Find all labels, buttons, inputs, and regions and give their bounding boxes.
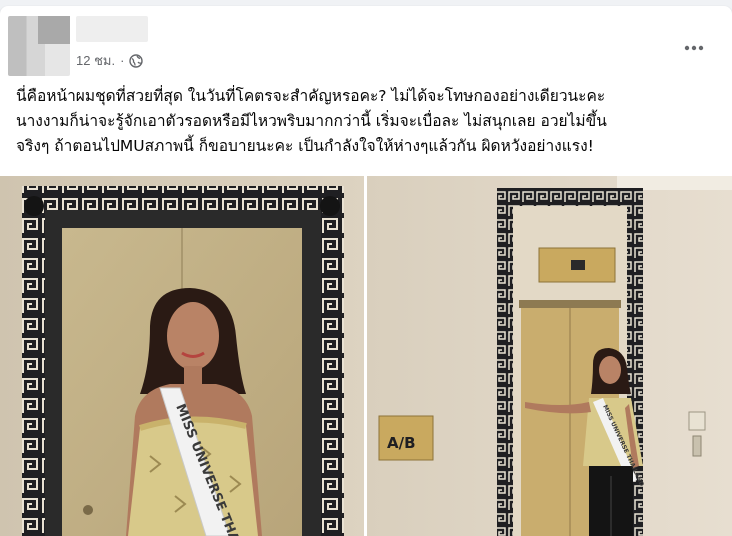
floor-sign-text: A/B (387, 434, 416, 452)
photo-left[interactable]: MISS UNIVERSE THAIL (0, 176, 364, 536)
facebook-post: 12 ชม. · นี่คือหน้าผมชุดที่สวยที่สุด ในว… (0, 6, 732, 536)
author-name-blurred[interactable] (76, 16, 148, 42)
photo-grid: MISS UNIVERSE THAIL A/B MISS UNIVERSE TH… (0, 176, 732, 536)
meta-separator: · (120, 53, 125, 68)
caption-line: นี่คือหน้าผมชุดที่สวยที่สุด ในวันที่โคตร… (16, 87, 606, 105)
caption-line: จริงๆ ถ้าตอนไปMUสภาพนี้ ก็ขอบายนะคะ เป็น… (16, 137, 594, 155)
photo-right[interactable]: A/B MISS UNIVERSE THAILAND (367, 176, 732, 536)
post-header: 12 ชม. · (0, 6, 732, 78)
post-meta: 12 ชม. · (76, 50, 144, 71)
globe-icon[interactable] (129, 53, 144, 68)
post-timestamp[interactable]: 12 ชม. (76, 50, 115, 71)
more-options-icon[interactable] (682, 36, 706, 60)
avatar-blur (38, 16, 70, 44)
post-caption: นี่คือหน้าผมชุดที่สวยที่สุด ในวันที่โคตร… (16, 84, 716, 159)
caption-line: นางงามก็น่าจะรู้จักเอาตัวรอดหรือมีไหวพริ… (16, 112, 607, 130)
